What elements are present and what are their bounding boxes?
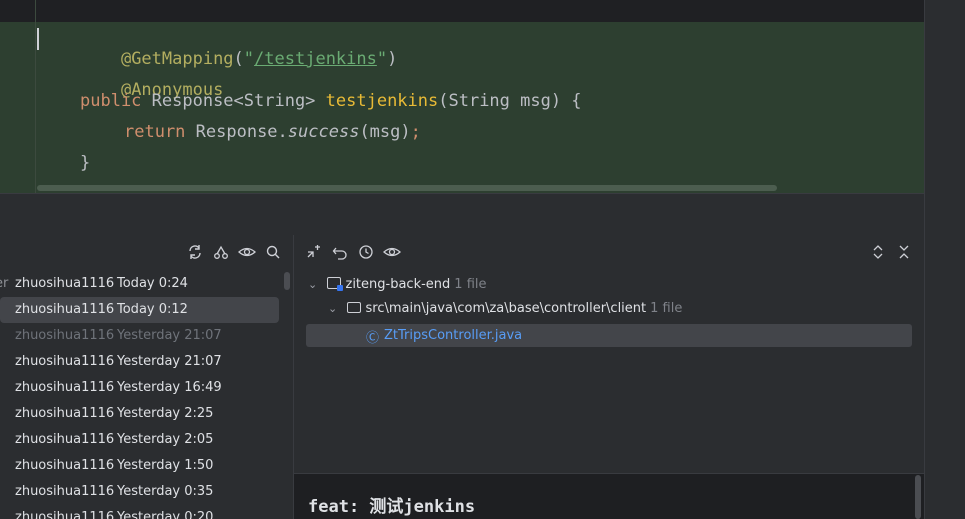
commit-date: Yesterday 0:35 xyxy=(117,484,214,499)
commit-message: feat: 测试jenkins xyxy=(308,497,476,517)
editor-top-strip xyxy=(0,0,924,22)
code-line-3[interactable]: public Response<String> testjenkins(Stri… xyxy=(80,91,582,111)
quote: " xyxy=(376,49,388,69)
folder-path: src\main\java\com\za\base\controller\cli… xyxy=(365,301,647,316)
commit-row-selected[interactable]: zhuosihua1116 Today 0:12 xyxy=(0,297,279,323)
commit-row[interactable]: zhuosihua1116 Yesterday 1:50 xyxy=(0,453,279,479)
right-tool-strip xyxy=(924,0,965,519)
history-icon[interactable] xyxy=(357,244,375,262)
commit-date: Yesterday 1:50 xyxy=(117,458,214,473)
eye-icon[interactable] xyxy=(238,244,256,262)
commit-date: Today 0:24 xyxy=(117,276,188,291)
commit-row[interactable]: zhuosihua1116 Yesterday 21:07 xyxy=(0,349,279,375)
closing-brace: } xyxy=(80,153,91,173)
vertical-scrollbar[interactable] xyxy=(284,272,290,290)
commit-row[interactable]: er zhuosihua1116 Today 0:24 xyxy=(0,271,279,297)
commit-changes-panel: ⌄ ziteng-back-end 1 file ⌄ src\main\java\… xyxy=(294,235,924,519)
commit-date: Yesterday 2:25 xyxy=(117,406,214,421)
branch-icon[interactable] xyxy=(212,244,230,262)
commit-log-panel: er zhuosihua1116 Today 0:24 zhuosihua111… xyxy=(0,235,294,519)
text-caret xyxy=(37,28,39,50)
file-name: ZtTripsController.java xyxy=(384,328,523,343)
commit-author: zhuosihua1116 xyxy=(15,510,115,519)
folder-icon xyxy=(347,302,362,313)
mapping-path-link[interactable]: /testjenkins xyxy=(254,49,377,69)
commit-date: Yesterday 16:49 xyxy=(117,380,222,395)
semicolon: ; xyxy=(410,122,421,142)
commit-row[interactable]: zhuosihua1116 Yesterday 0:20 xyxy=(0,505,279,519)
chevron-down-icon[interactable]: ⌄ xyxy=(308,278,317,291)
changed-file-row[interactable]: Ⓒ ZtTripsController.java xyxy=(306,324,912,347)
commit-author: zhuosihua1116 xyxy=(15,406,115,421)
commit-author: zhuosihua1116 xyxy=(15,302,115,317)
commit-author: zhuosihua1116 xyxy=(15,276,115,291)
commit-author: zhuosihua1116 xyxy=(15,354,115,369)
commit-row[interactable]: zhuosihua1116 Yesterday 2:25 xyxy=(0,401,279,427)
commit-date: Today 0:12 xyxy=(117,302,188,317)
expand-collapse-icon[interactable] xyxy=(869,244,887,262)
type-text: Response<String> xyxy=(141,91,326,111)
type-text: Response. xyxy=(185,122,288,142)
commit-author: zhuosihua1116 xyxy=(15,328,115,343)
commit-author: zhuosihua1116 xyxy=(15,484,115,499)
commit-row[interactable]: zhuosihua1116 Yesterday 2:05 xyxy=(0,427,279,453)
class-icon: Ⓒ xyxy=(366,331,380,346)
paren: ) xyxy=(387,49,398,69)
commit-date: Yesterday 2:05 xyxy=(117,432,214,447)
message-scrollbar[interactable] xyxy=(915,475,921,519)
keyword: return xyxy=(124,122,186,142)
method-name: testjenkins xyxy=(325,91,439,111)
code-line-2[interactable]: @Anonymous xyxy=(80,60,223,120)
file-count: 1 file xyxy=(454,277,487,292)
paren: ( xyxy=(233,49,244,69)
commit-author: zhuosihua1116 xyxy=(15,432,115,447)
commit-row[interactable]: zhuosihua1116 Yesterday 0:35 xyxy=(0,479,279,505)
refresh-icon[interactable] xyxy=(186,244,204,262)
code-editor[interactable]: @GetMapping("/testjenkins") @Anonymous p… xyxy=(0,0,924,193)
commit-log-toolbar xyxy=(0,235,293,271)
keyword: public xyxy=(80,91,142,111)
params-text: (String msg) { xyxy=(438,91,582,111)
horizontal-scrollbar[interactable] xyxy=(37,185,777,191)
commit-author: zhuosihua1116 xyxy=(15,380,115,395)
args-text: (msg) xyxy=(359,122,411,142)
commit-date: Yesterday 21:07 xyxy=(117,354,222,369)
tree-root-module[interactable]: ⌄ ziteng-back-end 1 file xyxy=(308,277,487,299)
file-count: 1 file xyxy=(650,301,683,316)
commit-author: zhuosihua1116 xyxy=(15,458,115,473)
eye-icon[interactable] xyxy=(383,244,401,262)
commit-row[interactable]: zhuosihua1116 Yesterday 21:07 xyxy=(0,323,279,349)
collapse-all-icon[interactable] xyxy=(895,244,913,262)
tree-folder[interactable]: ⌄ src\main\java\com\za\base\controller\c… xyxy=(328,301,682,323)
gutter-line xyxy=(35,0,36,193)
search-icon[interactable] xyxy=(264,244,282,262)
commit-message-area[interactable]: feat: 测试jenkins xyxy=(294,473,924,519)
commit-row[interactable]: zhuosihua1116 Yesterday 16:49 xyxy=(0,375,279,401)
code-line-4[interactable]: return Response.success(msg); xyxy=(124,122,421,142)
truncated-label: er xyxy=(0,276,9,291)
module-icon xyxy=(327,277,344,291)
commit-date: Yesterday 21:07 xyxy=(117,328,222,343)
quote: " xyxy=(243,49,255,69)
editor-bottom-bar xyxy=(0,193,924,236)
chevron-down-icon[interactable]: ⌄ xyxy=(328,302,337,315)
static-call: success xyxy=(287,122,360,142)
code-line-5[interactable]: } xyxy=(80,153,90,173)
cherry-pick-icon[interactable] xyxy=(305,244,323,262)
commit-date: Yesterday 0:20 xyxy=(117,510,214,519)
module-name: ziteng-back-end xyxy=(345,277,451,292)
revert-icon[interactable] xyxy=(331,244,349,262)
